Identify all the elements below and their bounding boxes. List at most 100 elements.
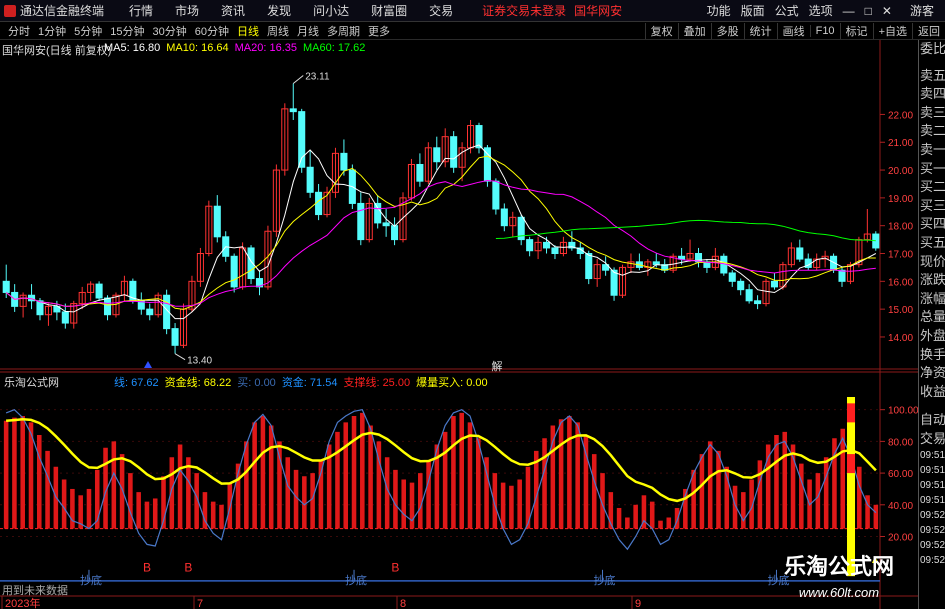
bottom-fish-label: 抄底 [80,573,102,587]
ma-label: MA60: 17.62 [303,42,366,54]
menu-options[interactable]: 选项 [804,2,838,19]
period-tab[interactable]: 更多 [364,23,394,39]
period-tab[interactable]: 周线 [263,23,293,39]
ma-line [5,179,876,307]
toolbar-button[interactable]: 叠加 [677,22,711,39]
candle-body [728,272,736,282]
candle-body [230,255,238,288]
period-tab[interactable]: 15分钟 [106,23,148,39]
date-label: 7 [197,598,203,609]
period-tab[interactable]: 5分钟 [70,23,106,39]
period-tab[interactable]: 1分钟 [34,23,70,39]
candle-body [382,222,390,227]
window-controls: 功能 版面 公式 选项 — □ ✕ 游客 [702,0,945,21]
guest-label[interactable]: 游客 [905,2,939,19]
side-label: 买二 [920,179,945,195]
toolbar-button[interactable]: 多股 [710,22,744,39]
high-label: 23.11 [305,72,330,83]
candle-body [2,280,10,293]
close-icon[interactable]: ✕ [877,4,897,18]
ma-line [5,155,876,310]
side-label: 买五 [920,234,945,250]
side-label: 涨幅 [920,290,945,306]
candle-body [483,147,491,182]
menu-item[interactable]: 资讯 [210,2,256,19]
side-label: 卖二 [920,123,945,139]
side-trade-title: 自动 [920,412,945,428]
menu-item[interactable]: 行情 [118,2,164,19]
menu-formula[interactable]: 公式 [770,2,804,19]
menu-layout[interactable]: 版面 [736,2,770,19]
period-tab[interactable]: 多周期 [323,23,364,39]
bottom-fish-label: 抄底 [594,573,616,587]
candle-body [526,239,534,252]
period-tabs: 分时 1分钟 5分钟 15分钟 30分钟 60分钟 日线 周线 月线 多周期 更多 [4,23,394,39]
period-tab[interactable]: 分时 [4,23,34,39]
candle-body [95,283,103,299]
app-title: 通达信金融终端 [20,4,105,18]
menu-function[interactable]: 功能 [702,2,736,19]
side-time: 09:52 [920,540,945,552]
period-tab[interactable]: 60分钟 [191,23,233,39]
side-label: 卖三 [920,104,945,120]
low-pointer [174,353,186,361]
buy-signal-label: B [143,560,151,574]
watermark-url: www.60lt.com [798,585,880,600]
unlock-mark: 解 [492,359,503,373]
side-label: 换手 [920,346,945,362]
y-tick-label: 21.00 [888,138,913,149]
quote-sidebar: 委比 卖五 卖四 卖三 卖二 卖一 买一 买二 买三 买四 买五 现价 涨跌 涨幅 总量 外盘 换手 净资 收益 自动… [918,40,945,609]
ma-label: MA5: 16.80 [104,42,161,54]
chart-area[interactable]: 14.00 15.00 16.00 17.00 18.00 19.00 20.00 21.00… [0,40,918,609]
candle-body [542,241,551,249]
restore-icon[interactable]: □ [860,4,877,18]
side-label: 卖一 [920,141,945,157]
candle-body [171,328,179,346]
indicator-label: 资金: 71.54 [281,377,338,389]
date-marker-icon [144,361,152,368]
menu-item[interactable]: 发现 [256,2,302,19]
y-tick-label: 80.00 [888,437,913,448]
buy-signal-label: B [184,560,192,574]
menu-item[interactable]: 交易 [418,2,464,19]
toolbar-button[interactable]: 返回 [912,22,945,39]
side-label: 卖五 [920,67,945,83]
toolbar-button[interactable]: 画线 [776,22,810,39]
side-label: 涨跌 [920,272,945,288]
side-time: 09:52 [920,555,945,567]
candle-body [585,253,593,280]
minimize-icon[interactable]: — [838,4,860,18]
candle-body [213,205,221,238]
indicator-label: 线: 67.62 [114,377,159,389]
bottom-fish-label: 抄底 [345,573,367,587]
menu-item[interactable]: 市场 [164,2,210,19]
toolbar-button[interactable]: 复权 [644,22,678,39]
ma-line [5,144,877,320]
side-trade-sub: 交易 [920,430,945,446]
period-tab[interactable]: 月线 [293,23,323,39]
period-toolbar: 分时 1分钟 5分钟 15分钟 30分钟 60分钟 日线 周线 月线 多周期 更多 复权 叠加 多股 统计… [0,22,945,40]
y-tick-label: 60.00 [888,469,913,480]
menu-item[interactable]: 财富圈 [360,2,418,19]
candle-body [450,136,458,168]
side-label: 收益 [920,383,945,399]
login-warning[interactable]: 证券交易未登录 [482,2,566,19]
burst-volume-mark [847,454,856,474]
sub-panel-title: 乐淘公式网 [4,377,59,389]
side-time: 09:51 [920,450,945,462]
toolbar-button[interactable]: 统计 [743,22,777,39]
ma-label: MA20: 16.35 [234,42,298,54]
side-label: 委比 [920,41,945,56]
ma-line [495,219,876,242]
toolbar-button[interactable]: F10 [809,24,840,37]
period-tab[interactable]: 30分钟 [149,23,191,39]
candle-body [796,247,804,260]
toolbar-button[interactable]: 标记 [839,22,873,39]
ma-label: MA10: 16.64 [166,42,229,54]
period-tab[interactable]: 日线 [233,23,263,39]
candle-body [678,255,686,260]
candle-body [146,308,154,316]
menu-item[interactable]: 问小达 [302,2,360,19]
toolbar-button[interactable]: +自选 [872,22,912,39]
y-tick-label: 100.00 [888,406,918,417]
